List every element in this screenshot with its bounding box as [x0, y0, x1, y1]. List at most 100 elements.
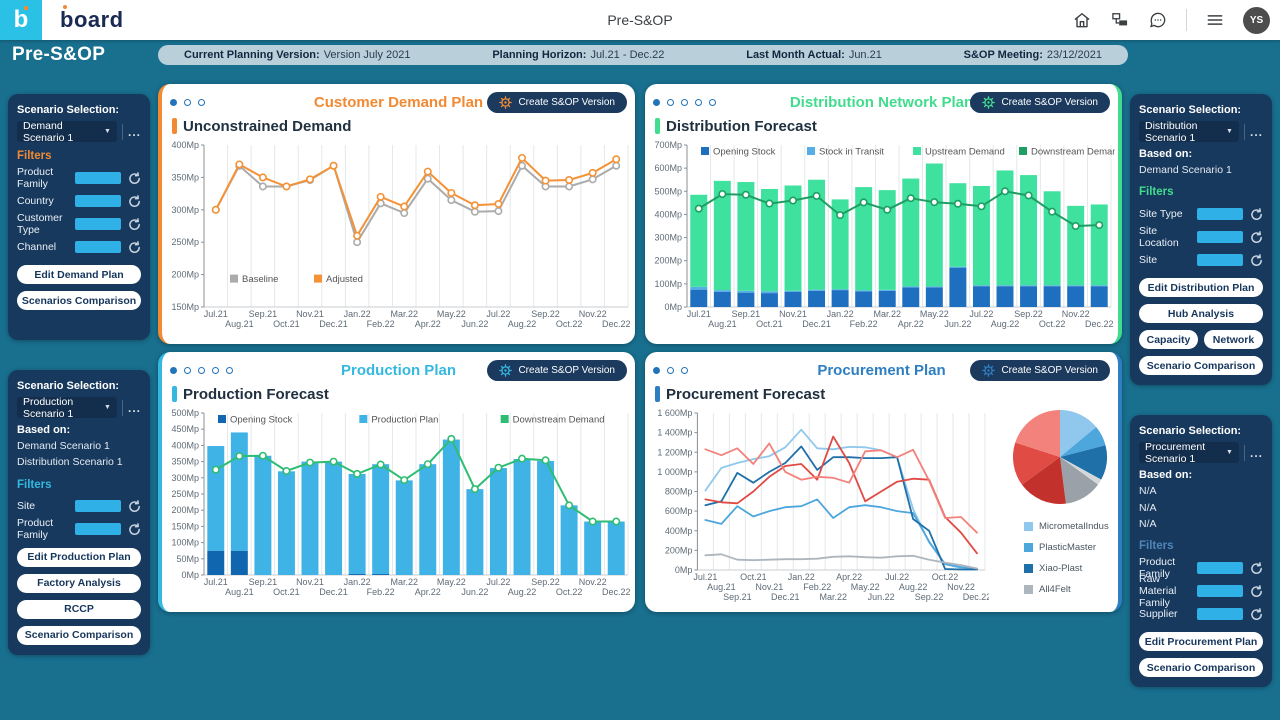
reset-filter-icon[interactable] [127, 217, 141, 231]
pagination-dot[interactable] [681, 99, 688, 106]
filter-slider[interactable] [75, 218, 121, 230]
scenario-comparison-button[interactable]: Scenario Comparison [1139, 658, 1263, 677]
scenario-comparison-button[interactable]: Scenario Comparison [1139, 356, 1263, 375]
filter-slider[interactable] [75, 172, 121, 184]
pagination-dot[interactable] [198, 367, 205, 374]
production-scenario-select[interactable]: Production Scenario 1 ▼ [17, 397, 117, 418]
edit-procurement-plan-button[interactable]: Edit Procurement Plan [1139, 632, 1263, 651]
pagination-dots [170, 99, 212, 106]
demand-scenario-select[interactable]: Demand Scenario 1 ▼ [17, 121, 117, 142]
pagination-dot[interactable] [170, 99, 177, 106]
reset-filter-icon[interactable] [127, 522, 141, 536]
pagination-dot[interactable] [667, 99, 674, 106]
procurement-supplier-panel: MicrometalIndusPlasticMasterXiao-PlastAl… [1010, 405, 1110, 605]
more-options-button[interactable]: ... [128, 125, 141, 139]
reset-filter-icon[interactable] [1249, 207, 1263, 221]
filter-slider[interactable] [75, 241, 121, 253]
edit-demand-plan-button[interactable]: Edit Demand Plan [17, 265, 141, 284]
network-button[interactable]: Network [1204, 330, 1263, 349]
reset-filter-icon[interactable] [127, 240, 141, 254]
pagination-dot[interactable] [681, 367, 688, 374]
svg-text:Adjusted: Adjusted [326, 274, 363, 285]
filter-slider[interactable] [1197, 608, 1243, 620]
distribution-forecast-chart: 700Mp600Mp500Mp400Mp300Mp200Mp100Mp0MpJu… [653, 137, 1115, 337]
edit-production-plan-button[interactable]: Edit Production Plan [17, 548, 141, 567]
reset-filter-icon[interactable] [127, 499, 141, 513]
reset-filter-icon[interactable] [1249, 561, 1263, 575]
reset-filter-icon[interactable] [127, 194, 141, 208]
reset-filter-icon[interactable] [1249, 607, 1263, 621]
based-on-value: N/A [1139, 483, 1263, 499]
pagination-dot[interactable] [709, 99, 716, 106]
avatar[interactable]: YS [1243, 7, 1270, 34]
supplier-share-pie-chart [1010, 407, 1110, 507]
reset-filter-icon[interactable] [1249, 253, 1263, 267]
pagination-dot[interactable] [184, 367, 191, 374]
pagination-dot[interactable] [653, 99, 660, 106]
pagination-dots [653, 367, 695, 374]
rccp-button[interactable]: RCCP [17, 600, 141, 619]
logo-accent-dot [24, 6, 28, 10]
scenario-comparison-button[interactable]: Scenario Comparison [17, 626, 141, 645]
svg-text:500Mp: 500Mp [171, 408, 199, 418]
pagination-dot[interactable] [653, 367, 660, 374]
pagination-dot[interactable] [198, 99, 205, 106]
svg-text:Oct.21: Oct.21 [740, 572, 767, 582]
svg-text:Nov.21: Nov.21 [296, 309, 324, 319]
filter-label: Site Type [1139, 208, 1197, 220]
svg-text:Nov.22: Nov.22 [947, 582, 975, 592]
more-options-button[interactable]: ... [1250, 446, 1263, 460]
chat-icon[interactable] [1148, 10, 1168, 30]
svg-text:1 200Mp: 1 200Mp [657, 447, 692, 457]
pagination-dot[interactable] [667, 367, 674, 374]
more-options-button[interactable]: ... [1250, 125, 1263, 139]
filter-slider[interactable] [75, 500, 121, 512]
filters-title: Filters [17, 150, 141, 162]
filter-slider[interactable] [1197, 231, 1243, 243]
menu-icon[interactable] [1205, 10, 1225, 30]
pagination-dot[interactable] [170, 367, 177, 374]
filter-label: Channel [17, 241, 75, 253]
procurement-scenario-select[interactable]: Procurement Scenario 1 ▼ [1139, 442, 1239, 463]
based-on-value: N/A [1139, 516, 1263, 532]
distribution-scenario-select[interactable]: Distribution Scenario 1 ▼ [1139, 121, 1239, 142]
filter-label: Raw Material Family [1139, 573, 1197, 609]
svg-text:Oct.22: Oct.22 [932, 572, 959, 582]
create-sop-version-button[interactable]: Create S&OP Version [487, 360, 627, 381]
chevron-down-icon: ▼ [104, 128, 111, 135]
create-sop-version-button[interactable]: Create S&OP Version [970, 92, 1110, 113]
svg-text:Dec.22: Dec.22 [602, 587, 631, 597]
page-header-band: Pre-S&OP Current Planning Version:Versio… [0, 40, 1280, 70]
board-logo-wordmark: board [60, 7, 124, 33]
svg-text:1 600Mp: 1 600Mp [657, 408, 692, 418]
board-logo-mark[interactable]: b [0, 0, 42, 40]
pagination-dot[interactable] [695, 99, 702, 106]
more-options-button[interactable]: ... [128, 401, 141, 415]
edit-distribution-plan-button[interactable]: Edit Distribution Plan [1139, 278, 1263, 297]
pagination-dot[interactable] [226, 367, 233, 374]
pagination-dot[interactable] [212, 367, 219, 374]
filter-slider[interactable] [1197, 208, 1243, 220]
pagination-dot[interactable] [184, 99, 191, 106]
capacity-button[interactable]: Capacity [1139, 330, 1198, 349]
svg-text:Aug.22: Aug.22 [508, 319, 537, 329]
procurement-scenario-panel: Scenario Selection: Procurement Scenario… [1130, 415, 1272, 687]
create-sop-version-button[interactable]: Create S&OP Version [487, 92, 627, 113]
filter-slider[interactable] [1197, 562, 1243, 574]
reset-filter-icon[interactable] [1249, 584, 1263, 598]
hub-analysis-button[interactable]: Hub Analysis [1139, 304, 1263, 323]
svg-text:Mar.22: Mar.22 [819, 592, 847, 602]
factory-analysis-button[interactable]: Factory Analysis [17, 574, 141, 593]
create-sop-version-button[interactable]: Create S&OP Version [970, 360, 1110, 381]
filter-slider[interactable] [1197, 585, 1243, 597]
home-icon[interactable] [1072, 10, 1092, 30]
reset-filter-icon[interactable] [127, 171, 141, 185]
accent-bar [172, 118, 177, 134]
filter-slider[interactable] [75, 195, 121, 207]
filter-slider[interactable] [75, 523, 121, 535]
production-forecast-chart: 500Mp450Mp400Mp350Mp300Mp250Mp200Mp150Mp… [170, 405, 632, 605]
scenarios-comparison-button[interactable]: Scenarios Comparison [17, 291, 141, 310]
reset-filter-icon[interactable] [1249, 230, 1263, 244]
filter-slider[interactable] [1197, 254, 1243, 266]
versions-icon[interactable] [1110, 10, 1130, 30]
